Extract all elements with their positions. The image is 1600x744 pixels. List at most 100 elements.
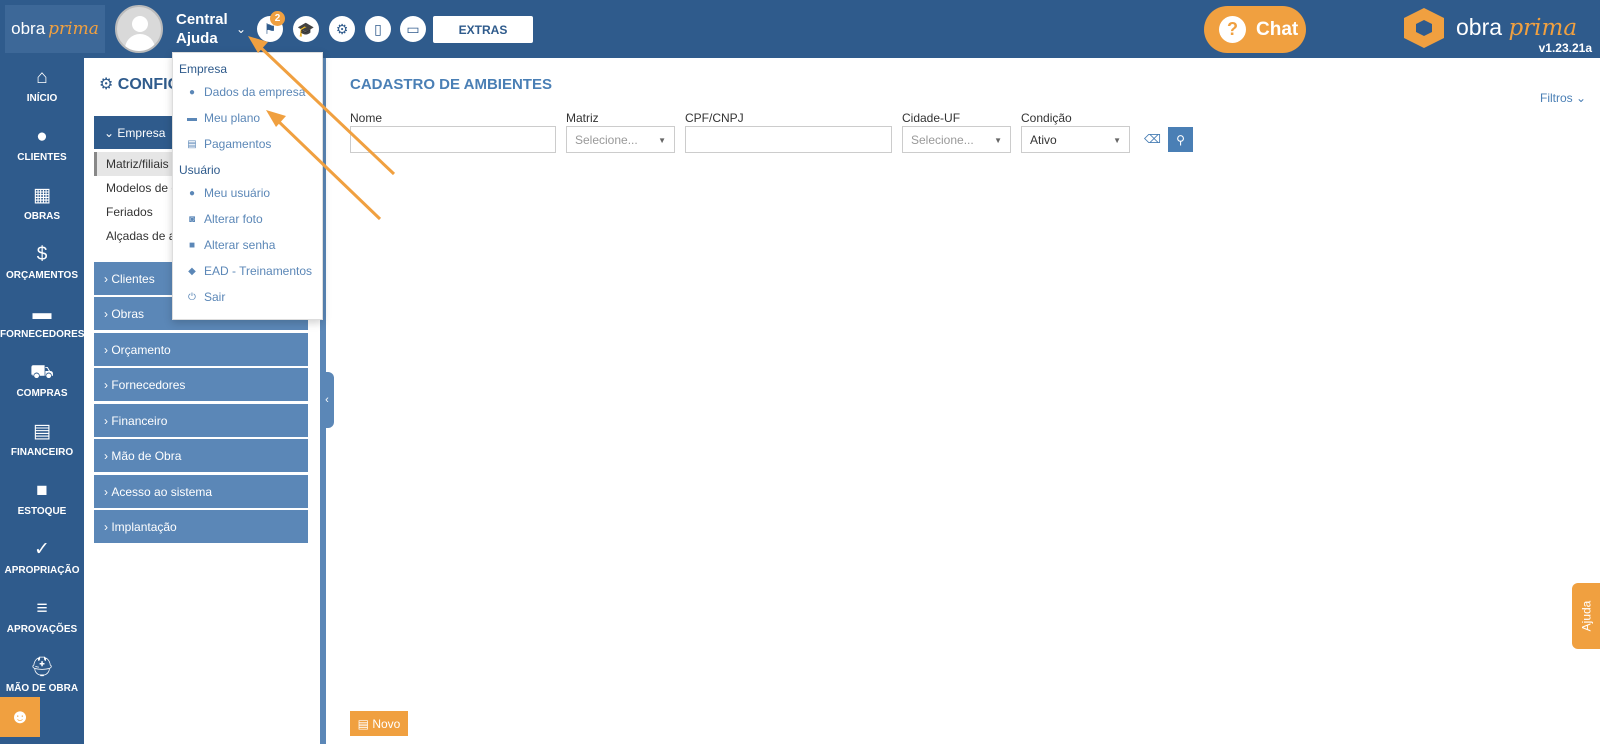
nav-label: COMPRAS: [16, 388, 68, 399]
camera-icon: ◙: [188, 213, 196, 225]
menu-item-label: Sair: [204, 290, 226, 304]
section-implantacao[interactable]: › Implantação: [94, 510, 308, 543]
nav-item-compras[interactable]: ⛟ COMPRAS: [0, 353, 84, 409]
chevron-left-icon: ‹: [325, 394, 329, 406]
nav-label: APROPRIAÇÃO: [4, 565, 80, 576]
nav-item-obras[interactable]: ▦ OBRAS: [0, 176, 84, 232]
cidade-value: Selecione...: [911, 132, 974, 147]
nav-label: FINANCEIRO: [10, 447, 74, 458]
help-label: Ajuda: [1579, 600, 1594, 632]
brand-left-script: prima: [48, 19, 99, 39]
search-button[interactable]: ⚲: [1168, 127, 1193, 152]
filters-toggle[interactable]: Filtros ⌄: [1540, 91, 1586, 105]
brand-logo-left[interactable]: obra prima: [5, 5, 105, 53]
menu-item-label: EAD - Treinamentos: [204, 264, 313, 278]
nav-item-orcamentos[interactable]: $ ORÇAMENTOS: [0, 235, 84, 291]
eraser-icon[interactable]: ⌫: [1144, 132, 1161, 146]
menu-item-label: Alterar foto: [204, 212, 263, 226]
menu-item-pagamentos[interactable]: ▤ Pagamentos: [185, 137, 271, 151]
menu-item-alterar-senha[interactable]: ■ Alterar senha: [185, 238, 275, 252]
building-icon: ▦: [33, 185, 51, 206]
caret-down-icon: ▼: [994, 136, 1002, 145]
brand-left-text: obra: [11, 19, 46, 38]
truck-icon: ▬: [32, 303, 52, 324]
section-label: Orçamento: [111, 342, 171, 357]
chevron-right-icon: ›: [104, 519, 112, 534]
section-orcamento[interactable]: › Orçamento: [94, 333, 308, 366]
gear-icon[interactable]: ⚙: [329, 16, 355, 42]
notification-badge: 2: [270, 11, 285, 26]
chat-button[interactable]: ? Chat: [1204, 6, 1306, 53]
label-cpf-cnpj: CPF/CNPJ: [685, 111, 744, 125]
config-title: ⚙ CONFIG: [99, 74, 180, 94]
nav-item-mao-de-obra[interactable]: ⛑ MÃO DE OBRA: [0, 648, 84, 704]
page-title: CADASTRO DE AMBIENTES: [350, 76, 552, 93]
box-icon: ■: [36, 480, 48, 501]
nav-item-financeiro[interactable]: ▤ FINANCEIRO: [0, 412, 84, 468]
dropdown-header-empresa: Empresa: [179, 62, 228, 76]
chevron-right-icon: ›: [104, 342, 112, 357]
menu-item-meu-usuario[interactable]: ● Meu usuário: [185, 186, 270, 200]
chevron-right-icon: ›: [104, 271, 112, 286]
search-icon: ⚲: [1176, 132, 1185, 147]
section-label: Clientes: [111, 271, 155, 286]
cart-icon: ⛟: [30, 362, 54, 383]
menu-item-label: Pagamentos: [204, 137, 272, 151]
caret-down-icon: ▼: [658, 136, 666, 145]
section-label: Implantação: [111, 519, 177, 534]
section-financeiro[interactable]: › Financeiro: [94, 404, 308, 437]
condicao-select[interactable]: Ativo ▼: [1021, 126, 1130, 153]
nome-input[interactable]: [350, 126, 556, 153]
cpf-cnpj-input[interactable]: [685, 126, 892, 153]
avatar[interactable]: [115, 5, 163, 53]
novo-button[interactable]: ▤ Novo: [350, 711, 408, 736]
novo-label: Novo: [372, 716, 401, 731]
menu-item-meu-plano[interactable]: ▬ Meu plano: [185, 111, 260, 125]
help-tab[interactable]: Ajuda: [1572, 583, 1600, 649]
hardhat-icon: ⛑: [29, 657, 55, 678]
graduation-cap-icon[interactable]: 🎓: [293, 16, 319, 42]
cidade-uf-select[interactable]: Selecione... ▼: [902, 126, 1011, 153]
nav-item-aprovacoes[interactable]: ≡ APROVAÇÕES: [0, 589, 84, 645]
extras-button[interactable]: EXTRAS: [433, 16, 533, 43]
graduation-cap-icon: ◆: [188, 265, 196, 277]
menu-item-ead[interactable]: ◆ EAD - Treinamentos: [185, 264, 312, 278]
section-label: Fornecedores: [111, 377, 186, 392]
section-acesso[interactable]: › Acesso ao sistema: [94, 475, 308, 508]
nav-label: INÍCIO: [26, 93, 58, 104]
top-bar: obra prima Central Ajuda ⌄ ⚑ 2 🎓 ⚙ ▯ ▭ EX…: [0, 0, 1600, 58]
label-nome: Nome: [350, 111, 383, 125]
menu-item-alterar-foto[interactable]: ◙ Alterar foto: [185, 212, 263, 226]
nav-item-clientes[interactable]: ● CLIENTES: [0, 117, 84, 173]
matriz-value: Selecione...: [575, 132, 638, 147]
menu-item-sair[interactable]: ⏻ Sair: [185, 290, 225, 304]
gear-icon: ⚙: [99, 76, 118, 93]
nav-item-inicio[interactable]: ⌂ INÍCIO: [0, 58, 84, 114]
brand-right-script: prima: [1508, 15, 1578, 41]
nav-item-estoque[interactable]: ■ ESTOQUE: [0, 471, 84, 527]
chevron-down-icon[interactable]: ⌄: [236, 22, 246, 36]
monitor-icon: ▬: [187, 112, 197, 124]
version-label: v1.23.21a: [1538, 41, 1592, 55]
condicao-value: Ativo: [1030, 132, 1057, 147]
collapse-panel-button[interactable]: ‹: [320, 372, 334, 428]
document-icon: ▤: [187, 138, 197, 150]
mobile-icon[interactable]: ▯: [365, 16, 391, 42]
nav-item-apropriacao[interactable]: ✓ APROPRIAÇÃO: [0, 530, 84, 586]
chat-widget-icon[interactable]: ☻: [0, 697, 40, 737]
dropdown-header-usuario: Usuário: [179, 163, 221, 177]
budget-doc-icon: $: [36, 244, 48, 265]
brand-right-text: obra: [1456, 14, 1503, 40]
user-menu-toggle[interactable]: Central Ajuda: [176, 10, 236, 48]
nav-item-fornecedores[interactable]: ▬ FORNECEDORES: [0, 294, 84, 350]
menu-item-dados-empresa[interactable]: ● Dados da empresa: [185, 85, 305, 99]
section-fornecedores[interactable]: › Fornecedores: [94, 368, 308, 401]
chevron-right-icon: ›: [104, 306, 112, 321]
nav-label: OBRAS: [23, 211, 61, 222]
matriz-select[interactable]: Selecione... ▼: [566, 126, 675, 153]
label-matriz: Matriz: [566, 111, 599, 125]
section-label: Acesso ao sistema: [111, 484, 213, 499]
section-mao-de-obra[interactable]: › Mão de Obra: [94, 439, 308, 472]
desktop-icon[interactable]: ▭: [400, 16, 426, 42]
chevron-down-icon: ⌄: [1576, 91, 1587, 105]
